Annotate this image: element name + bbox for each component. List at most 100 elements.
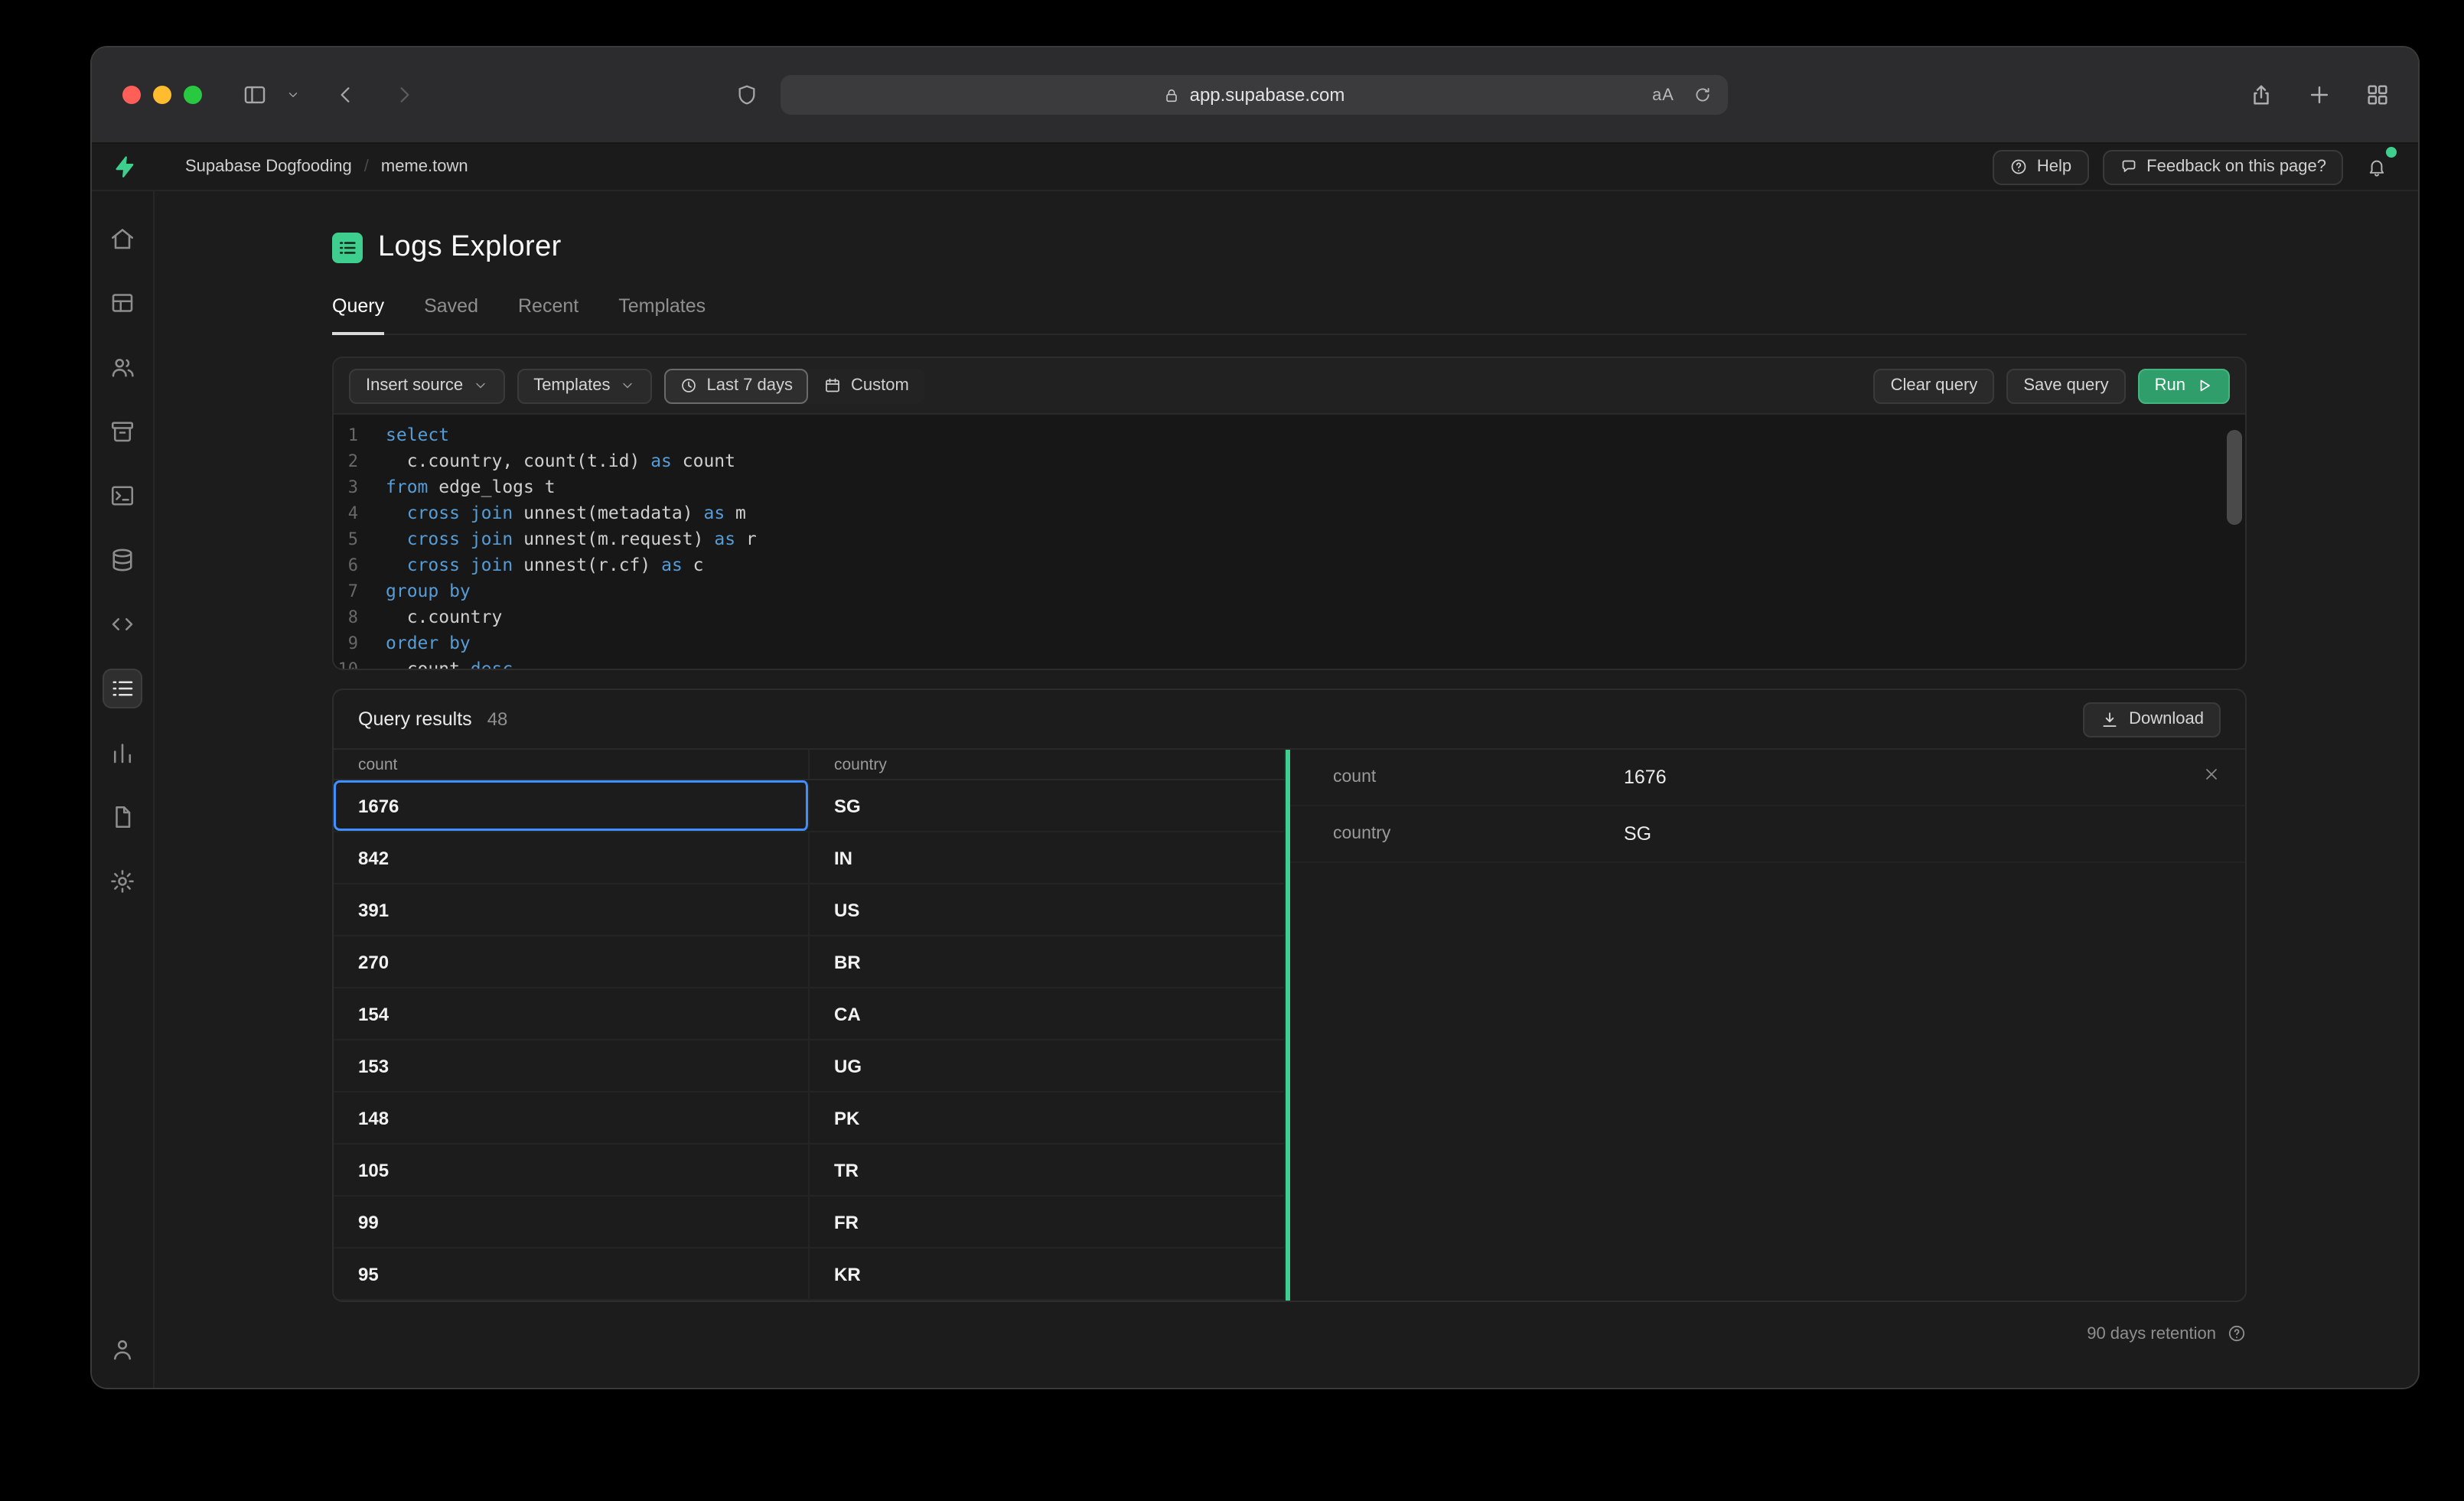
column-header-country[interactable]: country bbox=[810, 750, 1286, 779]
sidebar-item-home[interactable] bbox=[103, 219, 142, 259]
forward-button[interactable] bbox=[392, 83, 416, 107]
scrollbar-thumb[interactable] bbox=[2227, 430, 2242, 525]
insert-source-button[interactable]: Insert source bbox=[349, 368, 505, 403]
line-number: 10 bbox=[334, 656, 386, 669]
cell-count[interactable]: 391 bbox=[334, 884, 810, 935]
table-rows: 1676 SG 842 IN 391 US 270 BR 154 CA 153 UG 148 PK 105 T… bbox=[334, 780, 1286, 1301]
privacy-shield-icon[interactable] bbox=[735, 83, 759, 107]
new-tab-icon[interactable] bbox=[2306, 82, 2332, 108]
sidebar-item-database[interactable] bbox=[103, 540, 142, 580]
templates-button[interactable]: Templates bbox=[517, 368, 652, 403]
database-icon bbox=[109, 546, 136, 574]
field-value: 1676 bbox=[1624, 767, 1667, 788]
run-button[interactable]: Run bbox=[2137, 368, 2230, 403]
table-row: 153 UG bbox=[334, 1040, 1286, 1092]
sidebar-item-account[interactable] bbox=[103, 1330, 142, 1369]
clear-query-button[interactable]: Clear query bbox=[1873, 368, 1995, 403]
feedback-icon bbox=[2119, 158, 2137, 176]
code-text: c.country, count(t.id) as count bbox=[386, 450, 735, 471]
logs-explorer-icon bbox=[332, 233, 363, 263]
clock-icon bbox=[679, 376, 697, 395]
cell-country[interactable]: SG bbox=[810, 780, 1286, 831]
cell-country[interactable]: US bbox=[810, 884, 1286, 935]
close-window-button[interactable] bbox=[122, 86, 141, 104]
field-label: country bbox=[1333, 825, 1391, 843]
last-7-days-button[interactable]: Last 7 days bbox=[663, 368, 808, 403]
notifications-button[interactable] bbox=[2357, 146, 2397, 184]
question-icon[interactable] bbox=[2227, 1324, 2247, 1343]
reload-icon[interactable] bbox=[1693, 85, 1713, 105]
cell-count[interactable]: 105 bbox=[334, 1144, 810, 1195]
url-text: app.supabase.com bbox=[1189, 84, 1345, 106]
line-number: 3 bbox=[347, 477, 358, 497]
cell-count[interactable]: 842 bbox=[334, 832, 810, 883]
cell-count[interactable]: 153 bbox=[334, 1040, 810, 1091]
code-line: 3 from edge_logs t bbox=[334, 474, 2245, 500]
table-row: 99 FR bbox=[334, 1197, 1286, 1249]
cell-country[interactable]: UG bbox=[810, 1040, 1286, 1091]
back-button[interactable] bbox=[334, 83, 358, 107]
share-icon[interactable] bbox=[2248, 82, 2274, 108]
sidebar-item-sql-editor[interactable] bbox=[103, 476, 142, 516]
sidebar-item-reports[interactable] bbox=[103, 733, 142, 773]
chevron-down-icon bbox=[619, 378, 634, 393]
sidebar-item-authentication[interactable] bbox=[103, 347, 142, 387]
cell-count[interactable]: 99 bbox=[334, 1197, 810, 1247]
editor-scrollbar[interactable] bbox=[2227, 421, 2242, 663]
minimize-window-button[interactable] bbox=[153, 86, 171, 104]
sidebar-item-api[interactable] bbox=[103, 604, 142, 644]
download-button[interactable]: Download bbox=[2083, 702, 2221, 737]
code-text: group by bbox=[386, 580, 471, 601]
cell-country[interactable]: PK bbox=[810, 1092, 1286, 1143]
field-label: count bbox=[1333, 768, 1377, 786]
code-text: cross join unnest(metadata) as m bbox=[406, 502, 746, 523]
breadcrumb-org[interactable]: Supabase Dogfooding bbox=[185, 158, 352, 176]
url-bar[interactable]: app.supabase.com aA bbox=[781, 75, 1728, 115]
cell-country[interactable]: IN bbox=[810, 832, 1286, 883]
feedback-button[interactable]: Feedback on this page? bbox=[2102, 149, 2343, 184]
cell-country[interactable]: BR bbox=[810, 936, 1286, 987]
help-button[interactable]: Help bbox=[1992, 149, 2089, 184]
close-detail-button[interactable] bbox=[2199, 762, 2224, 786]
sidebar-item-storage[interactable] bbox=[103, 412, 142, 451]
sidebar-item-settings[interactable] bbox=[103, 861, 142, 901]
sidebar-item-docs[interactable] bbox=[103, 797, 142, 837]
table-row: 105 TR bbox=[334, 1144, 1286, 1197]
cell-count[interactable]: 270 bbox=[334, 936, 810, 987]
custom-range-button[interactable]: Custom bbox=[808, 368, 924, 403]
save-query-button[interactable]: Save query bbox=[2006, 368, 2126, 403]
cell-count[interactable]: 95 bbox=[334, 1249, 810, 1299]
cell-country[interactable]: TR bbox=[810, 1144, 1286, 1195]
close-icon bbox=[2202, 765, 2221, 783]
line-number: 7 bbox=[347, 581, 358, 601]
cell-count[interactable]: 1676 bbox=[334, 780, 810, 831]
detail-field-count: count 1676 bbox=[1290, 750, 2245, 806]
tab-templates[interactable]: Templates bbox=[618, 295, 706, 334]
page-settings-icon[interactable]: aA bbox=[1652, 86, 1674, 104]
custom-label: Custom bbox=[851, 376, 909, 395]
sql-editor[interactable]: 1 select 2 c.country, count(t.id) as count… bbox=[334, 415, 2245, 669]
sidebar-item-table-editor[interactable] bbox=[103, 283, 142, 323]
results-table: count country 1676 SG 842 IN 391 US 270 BR 154 CA 1… bbox=[334, 750, 1286, 1301]
zoom-window-button[interactable] bbox=[184, 86, 202, 104]
bell-icon bbox=[2366, 156, 2387, 177]
code-lines: 1 select 2 c.country, count(t.id) as count… bbox=[334, 422, 2245, 669]
line-number: 9 bbox=[347, 633, 358, 653]
column-header-count[interactable]: count bbox=[334, 750, 810, 779]
cell-count[interactable]: 148 bbox=[334, 1092, 810, 1143]
chevron-down-icon[interactable] bbox=[286, 88, 300, 102]
tab-recent[interactable]: Recent bbox=[518, 295, 579, 334]
sidebar-toggle-icon[interactable] bbox=[242, 82, 268, 108]
help-icon bbox=[2009, 158, 2028, 176]
breadcrumb-project[interactable]: meme.town bbox=[381, 158, 468, 176]
tab-overview-icon[interactable] bbox=[2365, 82, 2391, 108]
sidebar-item-logs-explorer[interactable] bbox=[103, 669, 142, 708]
tab-saved[interactable]: Saved bbox=[424, 295, 478, 334]
cell-country[interactable]: KR bbox=[810, 1249, 1286, 1299]
cell-count[interactable]: 154 bbox=[334, 988, 810, 1039]
cell-country[interactable]: CA bbox=[810, 988, 1286, 1039]
cell-country[interactable]: FR bbox=[810, 1197, 1286, 1247]
supabase-logo[interactable] bbox=[92, 155, 155, 179]
line-number: 2 bbox=[347, 451, 358, 471]
tab-query[interactable]: Query bbox=[332, 295, 385, 335]
